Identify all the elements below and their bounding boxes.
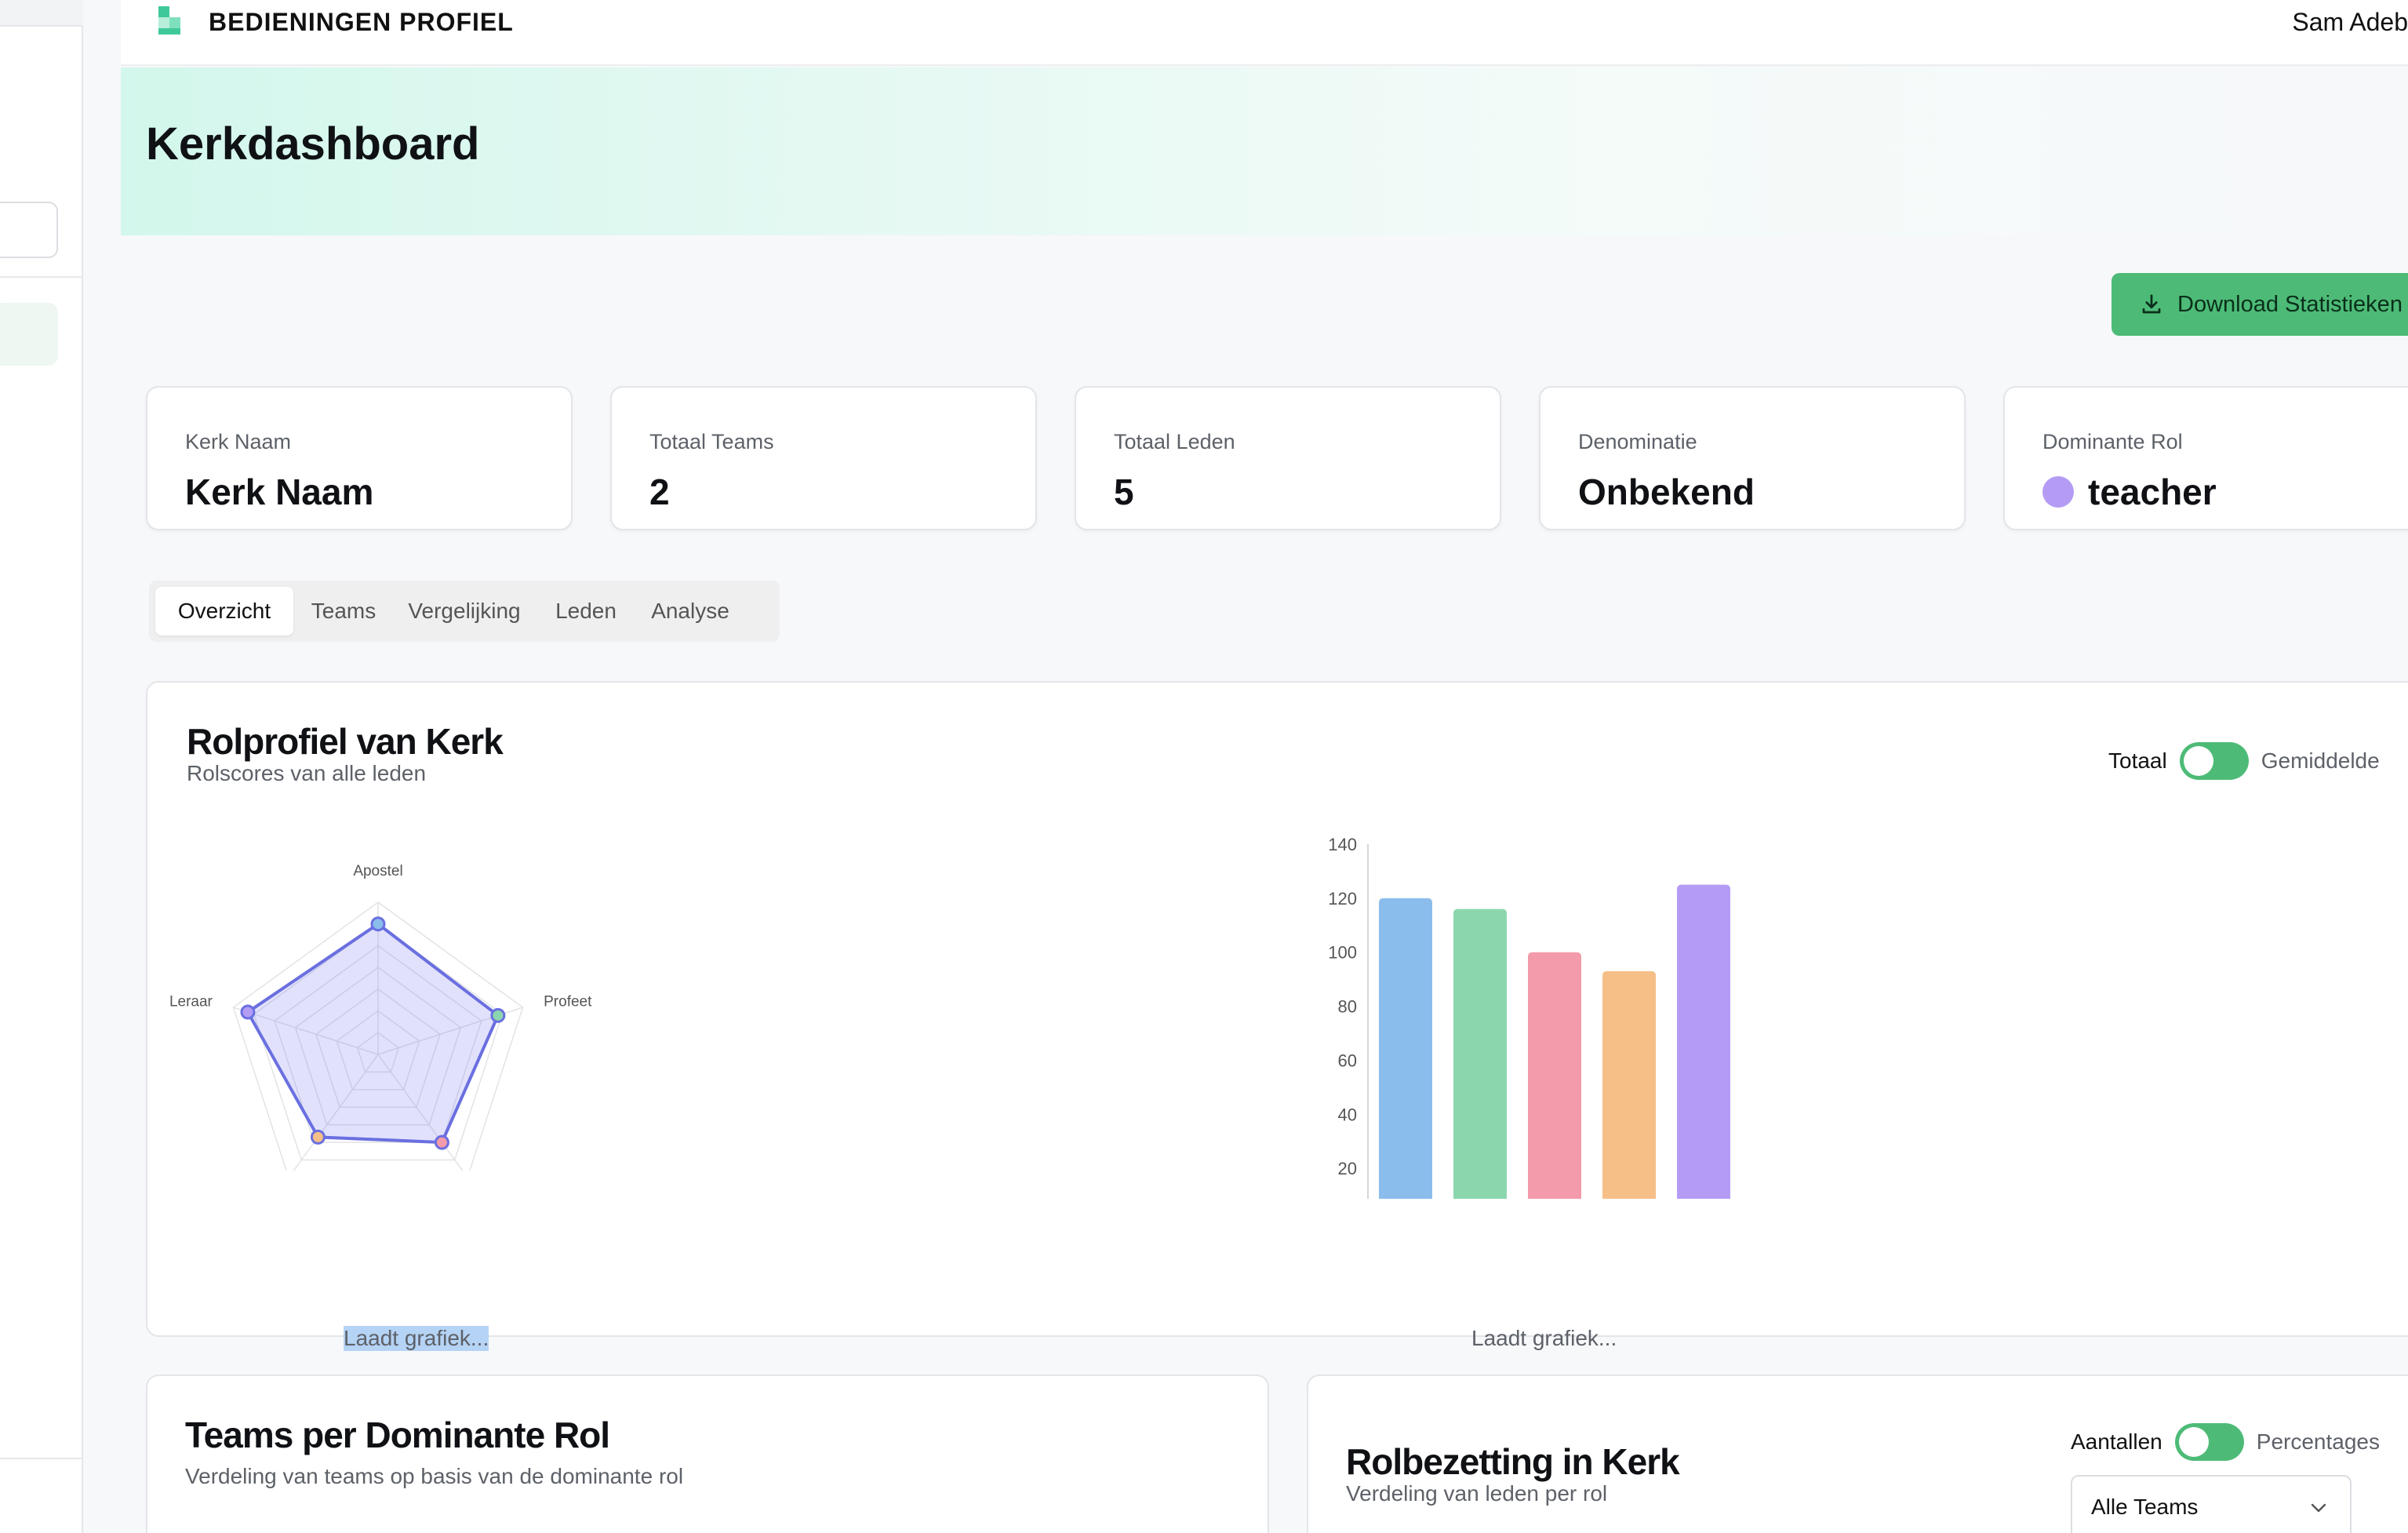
bar-y-tick-label: 40 [1338,1105,1357,1124]
chevron-down-icon [2311,1503,2326,1513]
toggle-label-counts: Aantallen [2071,1429,2162,1454]
stat-label: Totaal Leden [1114,430,1235,453]
bar-y-tick-label: 100 [1328,943,1357,963]
stat-value: Kerk Naam [185,471,373,513]
radar-axis-label: Profeet [544,993,592,1010]
tab-leden[interactable]: Leden [543,587,629,635]
stat-label: Denominatie [1578,430,1697,453]
bar-y-tick-label: 20 [1338,1159,1357,1178]
stat-card-total-teams: Totaal Teams 2 [610,386,1037,530]
stat-card-total-members: Totaal Leden 5 [1075,386,1501,530]
switch-knob [2178,1427,2209,1457]
radar-axis-label: Apostel [353,863,402,879]
bar-y-tick-label: 60 [1338,1051,1357,1070]
card-title: Rolbezetting in Kerk [1346,1441,1680,1482]
radar-loading-text: Laadt grafiek... [344,1326,489,1351]
role-occupancy-card: Rolbezetting in Kerk Verdeling van leden… [1307,1375,2408,1533]
stat-card-denomination: Denominatie Onbekend [1539,386,1966,530]
download-statistics-button[interactable]: Download Statistieken [2112,273,2408,336]
bar-y-tick-label: 140 [1328,835,1357,854]
bar[interactable] [1379,898,1432,1199]
radar-point[interactable] [370,916,386,932]
sidebar-divider [0,276,83,278]
radar-point[interactable] [240,1004,256,1020]
page-title: Kerkdashboard [146,118,480,169]
bar-loading-text: Laadt grafiek... [1471,1326,1617,1350]
sidebar-header [0,0,83,27]
panel-subtitle: Rolscores van alle leden [187,761,427,785]
top-bar: BEDIENINGEN PROFIEL Sam Adeb [121,0,2408,66]
total-average-toggle-group: Totaal Gemiddelde [2108,742,2380,780]
download-icon [2142,294,2161,314]
teams-per-role-card: Teams per Dominante Rol Verdeling van te… [146,1375,1269,1533]
toggle-label-percentages: Percentages [2256,1429,2380,1454]
stat-card-dominant-role: Dominante Rol teacher [2003,386,2408,530]
stat-value: Onbekend [1578,471,1755,513]
team-filter-value: Alle Teams [2091,1495,2199,1519]
card-title: Teams per Dominante Rol [185,1415,610,1455]
bar[interactable] [1677,884,1730,1199]
bar-chart: 020406080100120140ApostelProfeetEvangeli… [1328,835,1730,1199]
radar-chart: ApostelProfeetEvangelistHerderLeraar [169,863,592,1171]
role-color-dot [2042,476,2074,508]
tab-teams[interactable]: Teams [301,587,386,635]
stat-value-text: 2 [649,472,670,512]
bar-y-tick-label: 80 [1338,997,1357,1017]
user-name[interactable]: Sam Adeb [2292,8,2408,37]
stat-value: teacher [2042,471,2217,513]
bar-y-tick-label: 120 [1328,889,1357,909]
radar-point[interactable] [310,1129,326,1145]
stat-value: 5 [1114,471,1134,513]
radar-axis-label: Leraar [169,993,213,1010]
radar-point[interactable] [434,1134,449,1150]
card-subtitle: Verdeling van leden per rol [1346,1481,1608,1506]
stat-label: Totaal Teams [649,430,774,453]
panel-title: Rolprofiel van Kerk [187,721,504,762]
toggle-label-average: Gemiddelde [2261,748,2380,773]
bar[interactable] [1528,952,1581,1199]
tab-bar: Overzicht Teams Vergelijking Leden Analy… [149,581,780,642]
total-average-switch[interactable] [2179,742,2249,780]
tab-vergelijking[interactable]: Vergelijking [394,587,535,635]
tab-analyse[interactable]: Analyse [637,587,744,635]
stat-value: 2 [649,471,670,513]
bar[interactable] [1602,970,1656,1199]
switch-knob [2183,746,2213,776]
sidebar-item-active[interactable] [0,303,58,366]
stat-card-church-name: Kerk Naam Kerk Naam [146,386,573,530]
stat-label: Kerk Naam [185,430,292,453]
brand-logo-icon [158,6,180,35]
sidebar-divider-bottom [0,1458,83,1459]
stat-value-text: 5 [1114,472,1134,512]
stat-value-text: Kerk Naam [185,472,374,512]
sidebar [0,0,83,1533]
stat-value-text: Onbekend [1578,472,1755,512]
hero-banner: Kerkdashboard [121,67,2408,235]
radar-point[interactable] [490,1007,506,1023]
brand-name[interactable]: BEDIENINGEN PROFIEL [209,8,514,37]
tab-overzicht[interactable]: Overzicht [155,587,293,635]
count-percentage-switch[interactable] [2174,1423,2244,1461]
stat-label: Dominante Rol [2042,430,2183,453]
stat-value-text: teacher [2088,472,2217,512]
role-profile-panel: Rolprofiel van Kerk Rolscores van alle l… [146,681,2408,1337]
sidebar-search-input[interactable] [0,202,58,258]
toggle-label-total: Totaal [2108,748,2167,773]
bar[interactable] [1453,909,1507,1199]
count-percentage-toggle-group: Aantallen Percentages [2071,1423,2380,1461]
download-button-label: Download Statistieken [2177,291,2403,317]
card-subtitle: Verdeling van teams op basis van de domi… [185,1464,684,1488]
team-filter-select[interactable]: Alle Teams [2071,1475,2352,1533]
